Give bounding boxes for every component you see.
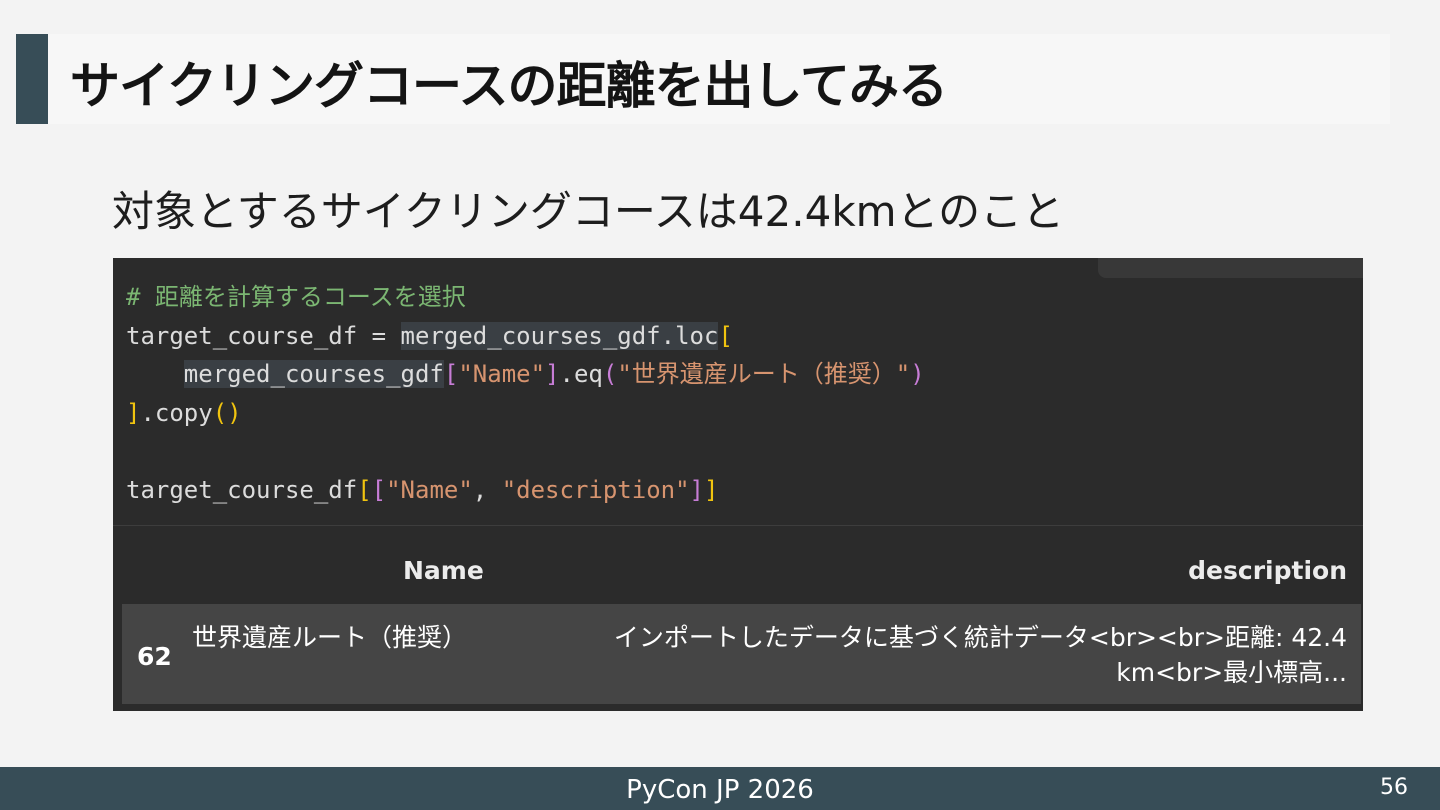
footer-bar: PyCon JP 2026 56 <box>0 767 1440 810</box>
code-string: "Name" <box>386 475 473 504</box>
code-token-highlight: merged_courses_gdf <box>183 360 444 388</box>
row-index: 62 <box>137 642 172 671</box>
code-cell[interactable]: # 距離を計算するコースを選択 target_course_df = merge… <box>126 278 925 509</box>
code-string: "Name" <box>458 360 546 388</box>
code-bracket: [ <box>718 321 733 350</box>
title-accent-bar <box>16 34 48 124</box>
output-divider <box>113 525 1363 526</box>
code-bracket: [ <box>357 475 372 504</box>
code-token: target_course_df = <box>126 321 401 350</box>
code-token: .eq <box>559 360 603 388</box>
code-bracket: [ <box>371 475 387 504</box>
code-bracket: ] <box>704 475 719 504</box>
cell-description-line2: km<br>最小標高... <box>1116 658 1347 687</box>
table-header-description: description <box>1188 556 1347 585</box>
code-token: .copy <box>140 398 213 427</box>
footer-event: PyCon JP 2026 <box>626 775 814 805</box>
table-header-name: Name <box>403 556 484 585</box>
code-token-highlight: merged_courses_gdf.loc <box>400 321 719 350</box>
notebook-panel: # 距離を計算するコースを選択 target_course_df = merge… <box>113 258 1363 711</box>
title-bar: サイクリングコースの距離を出してみる <box>16 34 1390 124</box>
cell-description-line1: インポートしたデータに基づく統計データ<br><br>距離: 42.4 <box>613 623 1347 652</box>
table-row: 62 世界遺産ルート（推奨） インポートしたデータに基づく統計データ<br><b… <box>122 604 1361 704</box>
cell-description: インポートしたデータに基づく統計データ<br><br>距離: 42.4 km<br… <box>547 620 1347 690</box>
code-token: , <box>472 475 502 504</box>
slide-title: サイクリングコースの距離を出してみる <box>70 57 948 115</box>
code-bracket: ] <box>545 360 560 388</box>
slide-subtitle: 対象とするサイクリングコースは42.4kmとのこと <box>112 187 1065 236</box>
code-bracket: ] <box>126 398 141 427</box>
cell-toolbar[interactable] <box>1098 258 1363 278</box>
code-string: "description" <box>501 475 690 504</box>
code-bracket: [ <box>443 360 459 388</box>
cell-name: 世界遺産ルート（推奨） <box>192 623 468 652</box>
code-bracket: ( <box>602 360 618 388</box>
code-bracket: () <box>212 398 242 427</box>
code-comment: # 距離を計算するコースを選択 <box>126 283 466 311</box>
code-bracket: ) <box>910 360 925 388</box>
code-token: target_course_df <box>126 475 358 504</box>
code-string: "世界遺産ルート（推奨）" <box>617 360 911 388</box>
page-number: 56 <box>1380 775 1408 800</box>
code-bracket: ] <box>689 475 704 504</box>
